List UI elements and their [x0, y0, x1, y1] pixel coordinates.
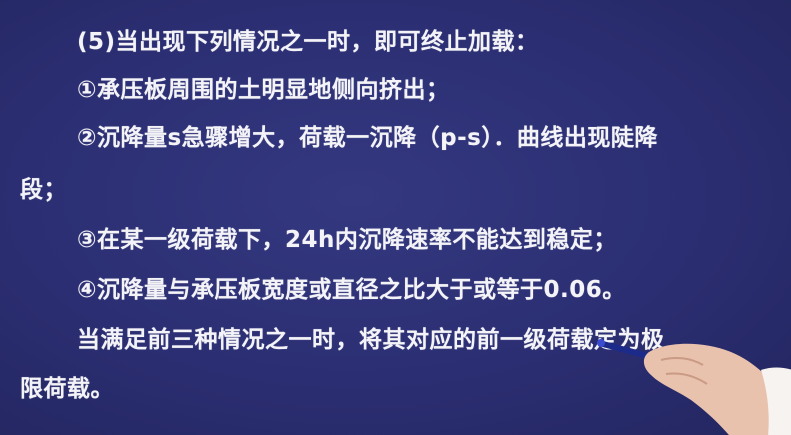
- condition-item-4: ④沉降量与承压板宽度或直径之比大于或等于0.06。: [77, 277, 626, 303]
- conclusion-text-continued: 限荷载。: [20, 376, 114, 402]
- presenter-hand-image: [597, 339, 791, 435]
- condition-item-2: ②沉降量s急骤增大，荷载一沉降（p-s）．曲线出现陡降: [77, 125, 658, 151]
- lecture-slide: (5)当出现下列情况之一时，即可终止加载： ①承压板周围的土明显地侧向挤出； ②…: [0, 0, 791, 435]
- condition-item-1: ①承压板周围的土明显地侧向挤出；: [77, 77, 450, 103]
- condition-item-3: ③在某一级荷载下，24h内沉降速率不能达到稳定；: [77, 227, 617, 253]
- conclusion-text: 当满足前三种情况之一时，将其对应的前一级荷载定为极: [77, 327, 665, 353]
- condition-item-2-continued: 段；: [20, 177, 67, 203]
- condition-heading: (5)当出现下列情况之一时，即可终止加载：: [77, 29, 539, 55]
